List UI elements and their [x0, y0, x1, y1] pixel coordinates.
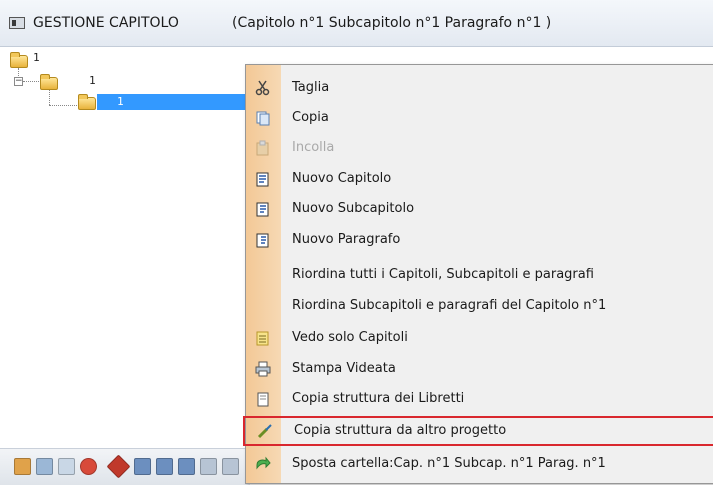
window-title: GESTIONE CAPITOLO — [33, 15, 179, 31]
menu-item-nuovo-capitolo[interactable]: Nuovo Capitolo — [246, 164, 713, 194]
menu-item-taglia[interactable]: Taglia — [246, 73, 713, 103]
copy-icon — [255, 110, 271, 126]
context-menu: Taglia Copia Incolla Nuovo Capitolo Nuov… — [243, 64, 713, 484]
paragraph-tool-icon[interactable] — [178, 458, 195, 475]
menu-item-stampa-videata[interactable]: Stampa Videata — [246, 354, 713, 384]
window-icon — [9, 17, 25, 29]
chapter-folder-icon — [40, 74, 58, 90]
window-subtitle: (Capitolo n°1 Subcapitolo n°1 Paragrafo … — [232, 15, 552, 31]
eraser-tool-icon[interactable] — [106, 454, 131, 479]
menu-item-riordina-tutti[interactable]: Riordina tutti i Capitoli, Subcapitoli e… — [246, 260, 713, 290]
tree-child-label[interactable]: 1 — [89, 74, 96, 87]
menu-item-copia[interactable]: Copia — [246, 103, 713, 133]
paste-icon — [255, 140, 271, 156]
move-folder-icon — [255, 456, 271, 472]
extra-tool-icon-2[interactable] — [222, 458, 239, 475]
window-titlebar: GESTIONE CAPITOLO (Capitolo n°1 Subcapit… — [0, 0, 713, 47]
menu-item-copia-struttura-libretti[interactable]: Copia struttura dei Libretti — [246, 384, 713, 414]
tree-tool-icon[interactable] — [14, 458, 31, 475]
new-subchapter-icon — [255, 201, 271, 217]
menu-item-vedo-solo-capitoli[interactable]: Vedo solo Capitoli — [246, 323, 713, 353]
bottom-toolbar — [0, 448, 250, 485]
copy-booklet-structure-icon — [255, 391, 271, 407]
root-folder-icon — [10, 52, 28, 68]
menu-item-incolla: Incolla — [246, 133, 713, 163]
menu-item-nuovo-paragrafo[interactable]: Nuovo Paragrafo — [246, 225, 713, 255]
stop-tool-icon[interactable] — [80, 458, 97, 475]
chapter-tool-icon[interactable] — [134, 458, 151, 475]
scissors-icon — [255, 80, 271, 96]
menu-item-riordina-subcapitoli[interactable]: Riordina Subcapitoli e paragrafi del Cap… — [246, 291, 713, 321]
collapse-expander-icon[interactable]: − — [14, 77, 23, 86]
document-tool-icon[interactable] — [58, 458, 75, 475]
menu-item-sposta-cartella[interactable]: Sposta cartella:Cap. n°1 Subcap. n°1 Par… — [246, 449, 713, 479]
new-chapter-icon — [255, 171, 271, 187]
tree-selected-node[interactable]: 1 — [97, 94, 249, 110]
print-tool-icon[interactable] — [36, 458, 53, 475]
copy-from-project-icon — [257, 423, 273, 439]
print-icon — [255, 361, 271, 377]
subchapter-folder-icon — [78, 94, 96, 110]
new-paragraph-icon — [255, 232, 271, 248]
tree-root-label[interactable]: 1 — [33, 51, 40, 64]
subchapter-tool-icon[interactable] — [156, 458, 173, 475]
menu-item-nuovo-subcapitolo[interactable]: Nuovo Subcapitolo — [246, 194, 713, 224]
menu-item-copia-struttura-altro-progetto[interactable]: Copia struttura da altro progetto — [243, 416, 713, 446]
extra-tool-icon[interactable] — [200, 458, 217, 475]
chapters-only-icon — [255, 330, 271, 346]
